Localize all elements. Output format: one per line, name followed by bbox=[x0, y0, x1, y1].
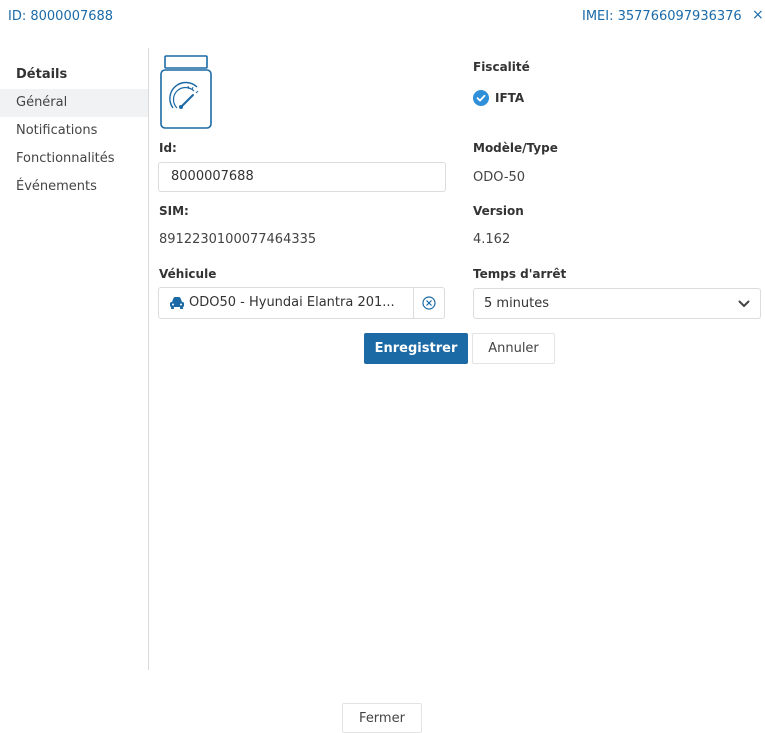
sidebar-title: Détails bbox=[16, 67, 68, 82]
id-label: Id: bbox=[159, 141, 177, 155]
chevron-down-icon bbox=[738, 300, 750, 307]
stop-time-value: 5 minutes bbox=[484, 296, 550, 311]
car-icon bbox=[170, 297, 184, 309]
sim-label: SIM: bbox=[159, 204, 189, 218]
vehicle-clear-button[interactable] bbox=[413, 287, 445, 319]
vehicle-field[interactable]: ODO50 - Hyundai Elantra 201... bbox=[158, 287, 414, 319]
model-value: ODO-50 bbox=[473, 170, 526, 185]
ifta-label: IFTA bbox=[495, 91, 525, 105]
sim-value: 8912230100077464335 bbox=[159, 232, 317, 247]
cancel-button[interactable]: Annuler bbox=[472, 333, 555, 364]
sidebar-item-events[interactable]: Événements bbox=[0, 173, 148, 201]
stop-time-select[interactable]: 5 minutes bbox=[473, 288, 761, 319]
vehicle-label: Véhicule bbox=[159, 267, 217, 281]
sidebar-item-features[interactable]: Fonctionnalités bbox=[0, 145, 148, 173]
id-field[interactable]: 8000007688 bbox=[158, 162, 446, 192]
odometer-device-icon bbox=[160, 55, 212, 129]
header-device-id: ID: 8000007688 bbox=[8, 9, 114, 24]
sidebar-divider bbox=[148, 48, 149, 670]
clear-circle-icon bbox=[422, 296, 436, 310]
version-label: Version bbox=[473, 204, 524, 218]
sidebar-item-notifications[interactable]: Notifications bbox=[0, 117, 148, 145]
check-circle-icon[interactable] bbox=[473, 90, 489, 106]
sidebar-item-general[interactable]: Général bbox=[0, 89, 148, 117]
close-icon[interactable]: × bbox=[752, 7, 764, 23]
stop-time-label: Temps d'arrêt bbox=[473, 267, 567, 281]
header-imei: IMEI: 357766097936376 bbox=[582, 9, 742, 24]
save-button[interactable]: Enregistrer bbox=[364, 333, 468, 364]
model-label: Modèle/Type bbox=[473, 141, 558, 155]
fiscal-label: Fiscalité bbox=[473, 60, 530, 74]
vehicle-value: ODO50 - Hyundai Elantra 201... bbox=[189, 295, 395, 310]
version-value: 4.162 bbox=[473, 232, 511, 247]
